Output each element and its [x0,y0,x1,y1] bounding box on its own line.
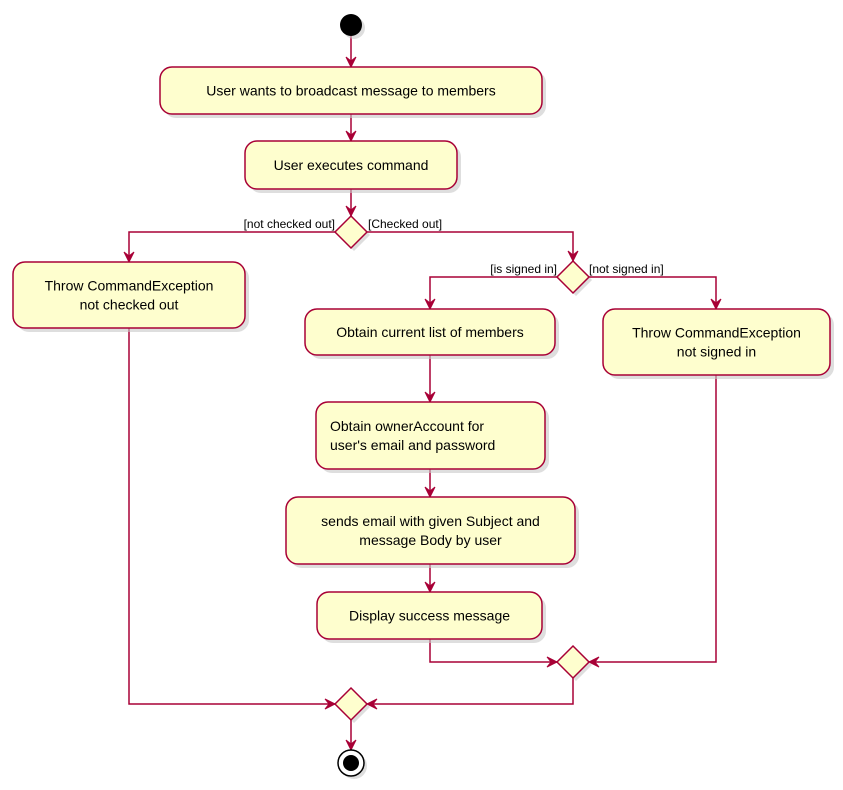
edge [367,678,574,705]
activity-diagram: User wants to broadcast message to membe… [12,14,834,779]
diamond-shape [555,644,591,680]
activity-label: User executes command [274,157,429,173]
edge [128,231,335,262]
activity-label: message Body by user [359,532,502,548]
activity-box [12,261,246,329]
activity-label: Display success message [349,608,510,624]
activity-node: Throw CommandException not checked out [12,261,249,332]
activity-box [602,308,831,376]
labels-layer: [not checked out] [Checked out] [is signed… [244,217,664,276]
activity-node: User wants to broadcast message to membe… [159,66,546,118]
diamond-shape [555,259,591,295]
activity-label: user's email and password [330,437,495,453]
activity-node: Display success message [316,591,546,643]
edge [589,276,717,309]
start-node [340,14,365,39]
end-inner-dot [343,755,359,771]
activity-label: not checked out [80,297,179,313]
decision-node-d2 [555,259,592,296]
diamond-shape [333,686,369,722]
nodes-layer: User wants to broadcast message to membe… [12,14,834,779]
activity-node: Throw CommandException not signed in [602,308,834,379]
activity-box [315,401,546,470]
merge-node-m1 [555,644,592,681]
guard-label-is-signed-in: [is signed in] [490,262,557,276]
activity-node: sends email with given Subject and messag… [285,496,579,568]
edge [367,231,574,261]
activity-node: Obtain ownerAccount for user's email and … [315,401,549,473]
guard-label-not-signed-in: [not signed in] [589,262,664,276]
activity-label: User wants to broadcast message to membe… [206,83,495,99]
activity-label: Throw CommandException [632,325,801,341]
activity-label: Obtain ownerAccount for [330,418,484,434]
activity-node: User executes command [244,140,461,193]
activity-label: Throw CommandException [45,278,214,294]
merge-node-m2 [333,686,370,723]
diamond-shape [333,214,369,250]
decision-node-d1 [333,214,370,251]
edge [589,375,717,663]
end-node [337,749,367,779]
activity-label: Obtain current list of members [336,324,524,340]
guard-label-not-checked-out: [not checked out] [244,217,335,231]
activity-label: not signed in [677,344,756,360]
guard-label-checked-out: [Checked out] [368,217,442,231]
edge [429,276,557,309]
activity-label: sends email with given Subject and [321,513,540,529]
activity-node: Obtain current list of members [304,308,559,359]
start-circle [340,14,362,36]
activity-box [285,496,576,565]
